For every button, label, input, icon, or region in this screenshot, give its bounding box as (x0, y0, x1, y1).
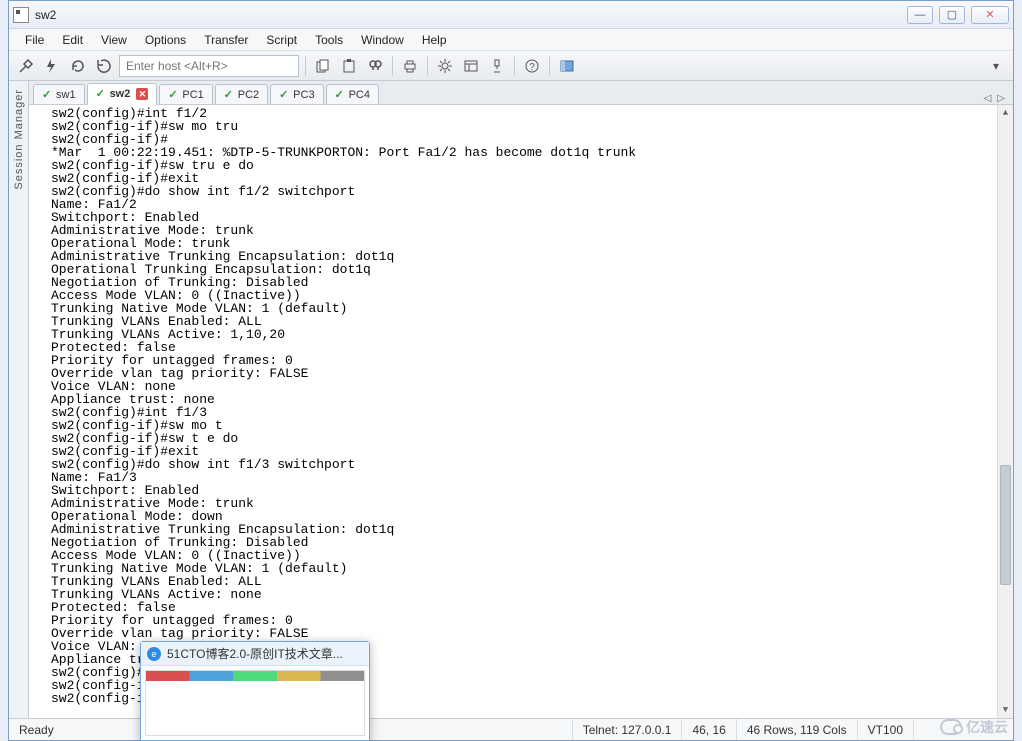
tab-label: PC2 (238, 89, 259, 101)
keymap-icon[interactable] (486, 55, 508, 77)
paste-icon[interactable] (338, 55, 360, 77)
close-button[interactable]: ✕ (971, 6, 1009, 24)
menu-transfer[interactable]: Transfer (196, 31, 256, 49)
tab-pc1[interactable]: ✓ PC1 (159, 84, 212, 104)
toolbar: ? ▾ (9, 51, 1013, 81)
copy-icon[interactable] (312, 55, 334, 77)
tab-pc2[interactable]: ✓ PC2 (215, 84, 268, 104)
tab-pc4[interactable]: ✓ PC4 (326, 84, 379, 104)
session-manager-tab[interactable]: Session Manager (9, 81, 29, 718)
scrollbar[interactable]: ▲ ▼ (997, 105, 1013, 718)
settings-icon[interactable] (434, 55, 456, 77)
menubar: File Edit View Options Transfer Script T… (9, 29, 1013, 51)
tab-scroll-left-icon[interactable]: ◁ (984, 93, 992, 104)
help-icon[interactable]: ? (521, 55, 543, 77)
scroll-down-icon[interactable]: ▼ (998, 702, 1013, 718)
tab-label: PC3 (293, 89, 314, 101)
menu-tools[interactable]: Tools (307, 31, 351, 49)
menu-help[interactable]: Help (414, 31, 455, 49)
cloud-icon (940, 719, 962, 735)
tab-label: sw2 (110, 88, 131, 100)
tab-label: sw1 (56, 89, 76, 101)
minimize-button[interactable]: — (907, 6, 933, 24)
check-icon: ✓ (279, 90, 289, 100)
menu-window[interactable]: Window (353, 31, 412, 49)
status-cursor: 46, 16 (681, 719, 735, 740)
find-icon[interactable] (364, 55, 386, 77)
tab-scroll-right-icon[interactable]: ▷ (997, 93, 1005, 104)
svg-text:?: ? (529, 62, 535, 73)
tab-label: PC1 (182, 89, 203, 101)
window-controls: — ▢ ✕ (907, 6, 1009, 24)
app-icon (13, 7, 29, 23)
reconnect-icon[interactable] (67, 55, 89, 77)
tabs-row: ✓ sw1 ✓ sw2 ✕ ✓ PC1 ✓ PC2 ✓ (29, 81, 1013, 105)
terminal-output[interactable]: sw2(config)#int f1/2 sw2(config-if)#sw m… (29, 105, 1013, 718)
close-tab-icon[interactable]: ✕ (136, 88, 148, 100)
session-options-icon[interactable] (460, 55, 482, 77)
check-icon: ✓ (224, 90, 234, 100)
menu-edit[interactable]: Edit (54, 31, 91, 49)
scroll-up-icon[interactable]: ▲ (998, 105, 1013, 121)
menu-file[interactable]: File (17, 31, 52, 49)
connect-icon[interactable] (15, 55, 37, 77)
taskbar-preview-title: e 51CTO博客2.0-原创IT技术文章... (141, 642, 369, 666)
menu-script[interactable]: Script (258, 31, 305, 49)
tab-label: PC4 (349, 89, 370, 101)
check-icon: ✓ (42, 90, 52, 100)
maximize-button[interactable]: ▢ (939, 6, 965, 24)
session-manager-label: Session Manager (13, 89, 25, 190)
watermark-text: 亿速云 (966, 717, 1008, 737)
disconnect-icon[interactable] (93, 55, 115, 77)
watermark: 亿速云 (940, 717, 1008, 737)
terminal-text: sw2(config)#int f1/2 sw2(config-if)#sw m… (51, 107, 1011, 705)
status-emulation: VT100 (857, 719, 913, 740)
menu-view[interactable]: View (93, 31, 135, 49)
menu-options[interactable]: Options (137, 31, 194, 49)
toggle-pane-icon[interactable] (556, 55, 578, 77)
status-connection: Telnet: 127.0.0.1 (572, 719, 682, 740)
host-input[interactable] (119, 55, 299, 77)
quick-connect-icon[interactable] (41, 55, 63, 77)
toolbar-overflow-icon[interactable]: ▾ (985, 55, 1007, 77)
taskbar-preview[interactable]: e 51CTO博客2.0-原创IT技术文章... (140, 641, 370, 741)
window-title: sw2 (35, 8, 56, 22)
tab-pc3[interactable]: ✓ PC3 (270, 84, 323, 104)
app-window: sw2 — ▢ ✕ File Edit View Options Transfe… (8, 0, 1014, 741)
print-icon[interactable] (399, 55, 421, 77)
check-icon: ✓ (335, 90, 345, 100)
taskbar-preview-thumb[interactable] (145, 670, 365, 736)
tab-sw1[interactable]: ✓ sw1 (33, 84, 85, 104)
scroll-thumb[interactable] (1000, 465, 1011, 585)
tab-sw2[interactable]: ✓ sw2 ✕ (87, 83, 158, 105)
browser-icon: e (147, 647, 161, 661)
check-icon: ✓ (96, 89, 106, 99)
titlebar: sw2 — ▢ ✕ (9, 1, 1013, 29)
status-size: 46 Rows, 119 Cols (736, 719, 857, 740)
taskbar-preview-label: 51CTO博客2.0-原创IT技术文章... (167, 645, 343, 662)
check-icon: ✓ (168, 90, 178, 100)
